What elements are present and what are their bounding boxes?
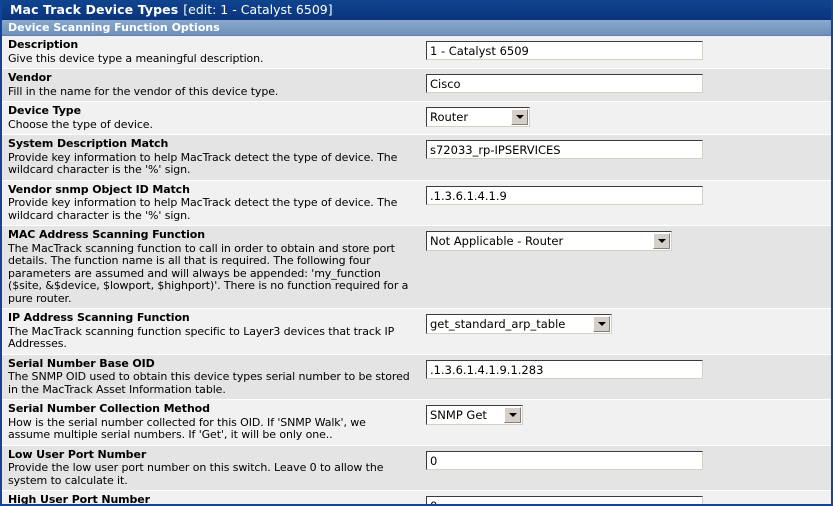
field-description-serial-number-collection-method: How is the serial number collected for t…: [8, 415, 366, 441]
field-description-mac-address-scanning-function: The MacTrack scanning function to call i…: [8, 241, 409, 305]
field-cell-high-user-port-number: 0: [418, 494, 831, 504]
vendor-input[interactable]: Cisco: [426, 74, 703, 93]
serial-number-collection-method-selected-value: SNMP Get: [430, 408, 487, 422]
vendor-snmp-object-id-match-input[interactable]: .1.3.6.1.4.1.9: [426, 185, 703, 205]
chevron-down-glyph: [657, 239, 666, 243]
label-cell-vendor: Vendor Fill in the name for the vendor of…: [2, 71, 418, 98]
field-description-device-type: Choose the type of device.: [8, 117, 153, 131]
label-cell-high-user-port-number: High User Port NumberProvide the low use…: [2, 493, 418, 504]
field-label-device-type: Device Type: [8, 104, 81, 117]
window-title-bar: Mac Track Device Types [edit: 1 - Cataly…: [2, 0, 831, 20]
field-label-vendor: Vendor: [8, 71, 52, 84]
field-cell-description: 1 - Catalyst 6509: [418, 39, 831, 60]
system-description-match-input[interactable]: s72033_rp-IPSERVICES: [426, 140, 703, 159]
field-cell-vendor: Cisco: [418, 72, 831, 93]
field-label-mac-address-scanning-function: MAC Address Scanning Function: [8, 228, 205, 241]
field-description-description: Give this device type a meaningful descr…: [8, 51, 264, 65]
chevron-down-glyph: [515, 115, 524, 119]
field-label-vendor-snmp-object-id-match: Vendor snmp Object ID Match: [8, 182, 190, 196]
mac-address-scanning-function-select[interactable]: Not Applicable - Router: [426, 231, 672, 251]
serial-number-base-oid-input[interactable]: .1.3.6.1.4.1.9.1.283: [426, 359, 703, 379]
field-label-description: Description: [8, 38, 79, 51]
field-cell-vendor-snmp-object-id-match: .1.3.6.1.4.1.9: [418, 184, 831, 205]
field-cell-serial-number-collection-method: SNMP Get: [418, 403, 831, 425]
label-cell-device-type: Device Type Choose the type of device.: [2, 104, 418, 131]
device-type-select[interactable]: Router: [426, 107, 530, 127]
high-user-port-number-input[interactable]: 0: [426, 496, 703, 504]
label-cell-vendor-snmp-object-id-match: Vendor snmp Object ID Match Provide key i…: [2, 182, 418, 223]
label-cell-ip-address-scanning-function: IP Address Scanning Function The MacTrack…: [2, 311, 418, 351]
field-cell-mac-address-scanning-function: Not Applicable - Router: [418, 229, 831, 251]
form-row-description: Description Give this device type a meani…: [2, 36, 831, 69]
chevron-down-glyph: [508, 413, 517, 417]
label-cell-mac-address-scanning-function: MAC Address Scanning Function The MacTrac…: [2, 228, 418, 305]
label-cell-system-description-match: System Description Match Provide key info…: [2, 137, 418, 177]
field-cell-serial-number-base-oid: .1.3.6.1.4.1.9.1.283: [418, 358, 831, 379]
label-cell-serial-number-collection-method: Serial Number Collection Method How is th…: [2, 402, 418, 442]
field-label-system-description-match: System Description Match: [8, 137, 169, 150]
field-cell-low-user-port-number: 0: [418, 449, 831, 470]
form-row-serial-number-collection-method: Serial Number Collection Method How is th…: [2, 400, 831, 446]
device-scanning-options-form: Description Give this device type a meani…: [2, 36, 831, 504]
field-description-system-description-match: Provide key information to help MacTrack…: [8, 150, 398, 176]
field-label-ip-address-scanning-function: IP Address Scanning Function: [8, 311, 190, 324]
description-input[interactable]: 1 - Catalyst 6509: [426, 41, 703, 60]
field-description-vendor-snmp-object-id-match: Provide key information to help MacTrack…: [8, 196, 398, 222]
field-description-vendor: Fill in the name for the vendor of this …: [8, 84, 279, 98]
form-row-ip-address-scanning-function: IP Address Scanning Function The MacTrack…: [2, 309, 831, 355]
field-label-serial-number-base-oid: Serial Number Base OID: [8, 356, 155, 370]
form-row-device-type: Device Type Choose the type of device. Rou…: [2, 102, 831, 135]
serial-number-collection-method-select[interactable]: SNMP Get: [426, 405, 523, 425]
label-cell-description: Description Give this device type a meani…: [2, 38, 418, 65]
low-user-port-number-input[interactable]: 0: [426, 450, 703, 470]
field-label-serial-number-collection-method: Serial Number Collection Method: [8, 402, 210, 415]
page-title: Mac Track Device Types: [10, 2, 179, 17]
chevron-down-icon[interactable]: [511, 109, 528, 125]
chevron-down-icon[interactable]: [593, 316, 610, 332]
ip-address-scanning-function-selected-value: get_standard_arp_table: [430, 317, 566, 331]
form-row-mac-address-scanning-function: MAC Address Scanning Function The MacTrac…: [2, 226, 831, 309]
field-cell-ip-address-scanning-function: get_standard_arp_table: [418, 312, 831, 334]
field-description-ip-address-scanning-function: The MacTrack scanning function specific …: [8, 324, 395, 350]
field-cell-device-type: Router: [418, 105, 831, 127]
label-cell-low-user-port-number: Low User Port Number Provide the low user…: [2, 447, 418, 488]
field-label-high-user-port-number: High User Port Number: [8, 493, 150, 504]
section-header-label: Device Scanning Function Options: [8, 21, 220, 34]
label-cell-serial-number-base-oid: Serial Number Base OID The SNMP OID used …: [2, 356, 418, 397]
chevron-down-glyph: [597, 322, 606, 326]
form-row-high-user-port-number: High User Port NumberProvide the low use…: [2, 491, 831, 504]
device-type-edit-window: Mac Track Device Types [edit: 1 - Cataly…: [0, 0, 833, 506]
form-row-vendor: Vendor Fill in the name for the vendor of…: [2, 69, 831, 102]
form-row-vendor-snmp-object-id-match: Vendor snmp Object ID Match Provide key i…: [2, 180, 831, 226]
chevron-down-icon[interactable]: [653, 233, 670, 249]
field-description-low-user-port-number: Provide the low user port number on this…: [8, 461, 384, 487]
field-cell-system-description-match: s72033_rp-IPSERVICES: [418, 138, 831, 159]
form-row-serial-number-base-oid: Serial Number Base OID The SNMP OID used …: [2, 354, 831, 400]
chevron-down-icon[interactable]: [504, 407, 521, 423]
field-label-low-user-port-number: Low User Port Number: [8, 447, 147, 461]
section-header: Device Scanning Function Options: [2, 20, 831, 36]
ip-address-scanning-function-select[interactable]: get_standard_arp_table: [426, 314, 612, 334]
field-description-serial-number-base-oid: The SNMP OID used to obtain this device …: [8, 370, 410, 396]
page-title-context: [edit: 1 - Catalyst 6509]: [183, 2, 333, 17]
form-row-low-user-port-number: Low User Port Number Provide the low user…: [2, 445, 831, 491]
form-row-system-description-match: System Description Match Provide key info…: [2, 135, 831, 181]
device-type-selected-value: Router: [430, 110, 469, 124]
mac-address-scanning-function-selected-value: Not Applicable - Router: [430, 234, 564, 248]
